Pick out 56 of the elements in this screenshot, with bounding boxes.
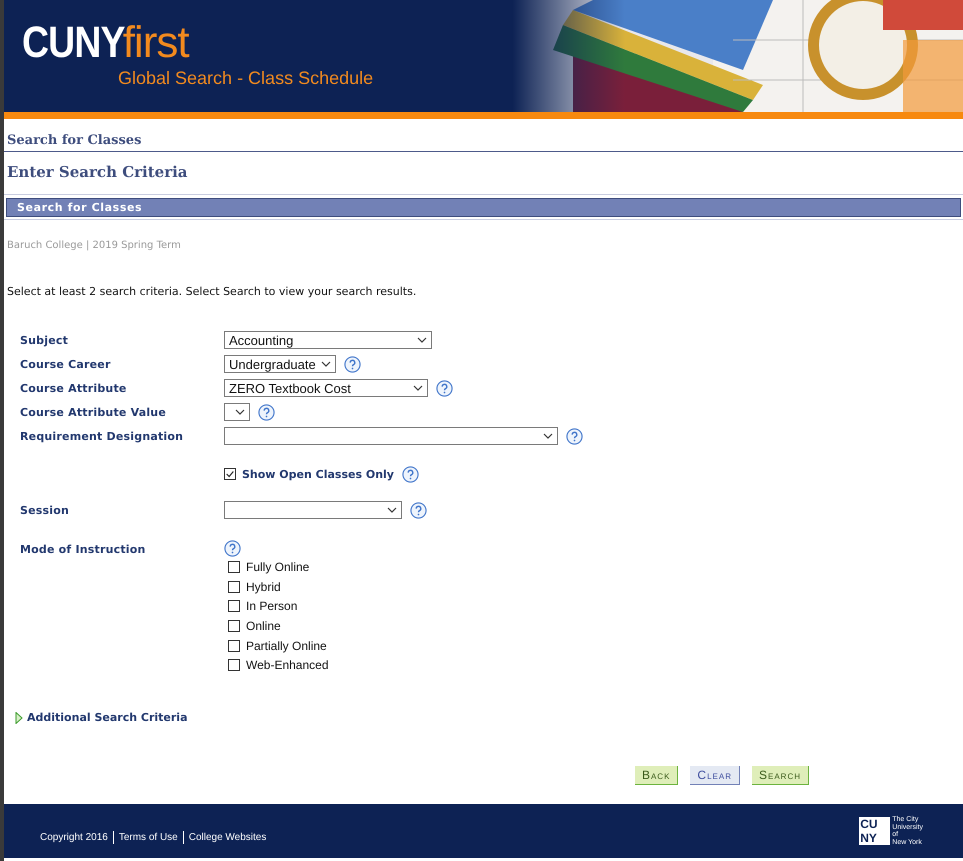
cuny-logo: CU NY [859,817,890,845]
chevron-down-icon [413,385,423,391]
term-context: Baruch College | 2019 Spring Term [6,239,182,251]
checkbox-label: Online [246,618,281,633]
checkbox-label: Show Open Classes Only [242,468,394,480]
field-label: Mode of Instruction [20,542,147,556]
help-icon[interactable] [258,404,275,420]
help-icon[interactable] [402,466,419,482]
footer-link[interactable]: Terms of Use [118,832,178,842]
footer-link[interactable]: Copyright 2016 [40,832,108,842]
action-button[interactable]: Back [634,766,678,786]
field-label: Course Attribute [20,382,128,394]
dropdown[interactable] [224,403,250,421]
dropdown[interactable]: Undergraduate [224,355,336,373]
field-label: Session [20,504,70,516]
checkbox-label: Fully Online [246,560,310,574]
instructions: Select at least 2 search criteria. Select Search to view your search results. [6,284,418,298]
chevron-down-icon [543,433,553,439]
chevron-down-icon [417,337,427,343]
section-title: Enter Search Criteria [6,162,189,183]
checkbox[interactable] [228,659,240,672]
chevron-down-icon [321,361,331,367]
help-icon[interactable] [436,380,453,396]
chevron-down-icon [387,507,397,513]
checkbox[interactable] [224,468,236,480]
dropdown[interactable]: ZERO Textbook Cost [224,379,428,397]
checkbox[interactable] [228,600,240,612]
checkbox-label: Partially Online [246,638,327,653]
checkbox[interactable] [228,560,240,573]
expand-triangle-icon[interactable] [15,712,23,724]
chevron-down-icon [235,409,245,415]
help-icon[interactable] [224,540,241,557]
field-label: Subject [20,334,70,346]
help-icon[interactable] [566,428,583,444]
field-label: Course Career [20,358,112,370]
checkbox-label: Web-Enhanced [246,658,328,672]
dropdown[interactable] [224,427,558,445]
footer-link[interactable]: College Websites [188,832,266,842]
field-label: Requirement Designation [20,430,184,442]
checkbox-label: Hybrid [246,580,281,594]
site-subtitle: Global Search - Class Schedule [118,68,374,89]
checkbox[interactable] [228,620,240,632]
help-icon[interactable] [344,356,361,372]
action-button[interactable]: Search [752,766,809,786]
page-title: Search for Classes [4,119,963,152]
checkbox[interactable] [228,640,240,652]
logo: CUNYfirst [22,20,190,66]
checkbox-label: In Person [246,599,298,614]
group-header-bar: Search for Classes [6,198,961,217]
dropdown[interactable]: Accounting [224,331,432,349]
field-label: Course Attribute Value [20,406,167,418]
dropdown[interactable] [224,501,402,519]
action-button[interactable]: Clear [690,766,740,786]
help-icon[interactable] [410,502,427,518]
section-link[interactable]: Additional Search Criteria [27,711,188,724]
checkbox[interactable] [228,580,240,593]
